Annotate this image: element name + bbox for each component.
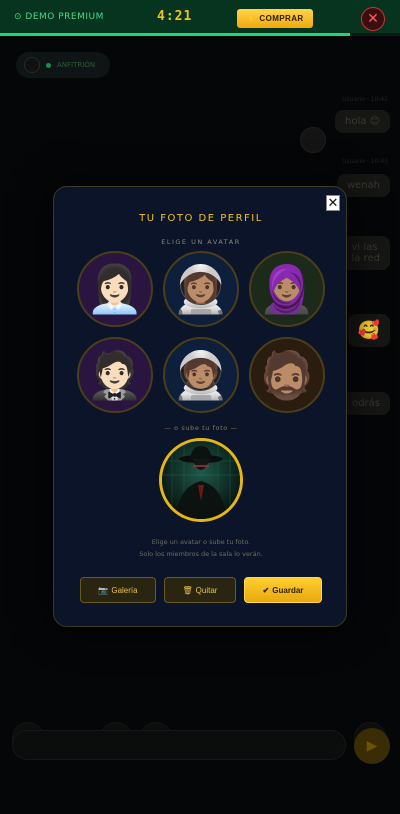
avatar-option-4[interactable]: 🤵🏻 — [77, 337, 153, 413]
host-status-pill: ANFITRIÓN — [16, 52, 110, 78]
buy-button[interactable]: ⚡ COMPRAR — [237, 9, 313, 28]
checkmark-icon: ✔ — [262, 585, 270, 595]
bearded-man-icon: 🧔🏽 — [258, 348, 316, 402]
demo-premium-label: ⊙ DEMO PREMIUM — [14, 12, 104, 22]
close-demo-button[interactable]: ✕ — [361, 7, 385, 31]
app-screen: ⊙ DEMO PREMIUM 4:21 ⚡ COMPRAR ✕ ANFITRIÓ… — [0, 0, 400, 814]
send-button[interactable]: ▶ — [354, 728, 390, 764]
woman-office-worker-icon: 👩🏻‍💼 — [86, 262, 144, 316]
man-tuxedo-icon: 🤵🏻 — [86, 348, 144, 402]
avatar-option-6[interactable]: 🧔🏽 — [249, 337, 325, 413]
save-button[interactable]: ✔ Guardar — [244, 577, 322, 603]
modal-close-button[interactable]: ✕ — [326, 195, 340, 211]
modal-title: TU FOTO DE PERFIL — [139, 213, 263, 224]
avatar-option-2[interactable]: 👩🏽‍🚀 — [163, 251, 239, 327]
send-icon: ▶ — [366, 738, 378, 754]
gallery-button[interactable]: 📷 Galería — [80, 577, 156, 603]
message-input[interactable] — [12, 730, 346, 760]
close-icon: ✕ — [327, 195, 339, 211]
gallery-button-label: Galería — [111, 585, 138, 595]
chat-message: odrás — [342, 392, 390, 415]
close-icon: ✕ — [367, 11, 379, 27]
message-meta: Usuario · 10:42 — [342, 96, 388, 103]
host-status-text: ANFITRIÓN — [57, 61, 96, 69]
save-button-label: Guardar — [272, 585, 304, 595]
hint-text-line-1: Elige un avatar o sube tu foto. — [151, 538, 251, 546]
demo-top-bar: ⊙ DEMO PREMIUM 4:21 ⚡ COMPRAR ✕ — [0, 0, 400, 36]
online-dot-icon — [46, 62, 51, 68]
astronaut-icon: 🧑🏽‍🚀 — [172, 348, 230, 402]
upload-divider: — o sube tu foto — — [164, 424, 238, 432]
sender-avatar — [300, 127, 326, 153]
remove-photo-button[interactable]: 🗑 Quitar — [164, 577, 236, 603]
woman-astronaut-icon: 👩🏽‍🚀 — [172, 262, 230, 316]
message-meta: Usuario · 10:43 — [342, 158, 388, 165]
hint-text-line-2: Solo los miembros de la sala lo verán. — [139, 550, 263, 558]
spy-silhouette-image — [162, 441, 240, 519]
avatar-option-1[interactable]: 👩🏻‍💼 — [77, 251, 153, 327]
remove-button-label: Quitar — [195, 585, 218, 595]
host-avatar — [24, 57, 40, 73]
profile-photo-modal: ✕ TU FOTO DE PERFIL ELIGE UN AVATAR 👩🏻‍💼… — [53, 186, 347, 627]
camera-icon: 📷 — [98, 585, 109, 595]
trash-icon: 🗑 — [182, 585, 193, 595]
demo-timer: 4:21 — [157, 9, 193, 24]
current-profile-photo[interactable] — [159, 438, 243, 522]
avatar-section-label: ELIGE UN AVATAR — [161, 238, 241, 246]
avatar-option-5[interactable]: 🧑🏽‍🚀 — [163, 337, 239, 413]
chat-message: hola 😊 — [335, 110, 390, 133]
avatar-option-3[interactable]: 🧕🏽 — [249, 251, 325, 327]
chat-message: 🥰 — [347, 314, 390, 347]
chat-message: vi las la red — [341, 236, 390, 270]
woman-headscarf-icon: 🧕🏽 — [258, 262, 316, 316]
